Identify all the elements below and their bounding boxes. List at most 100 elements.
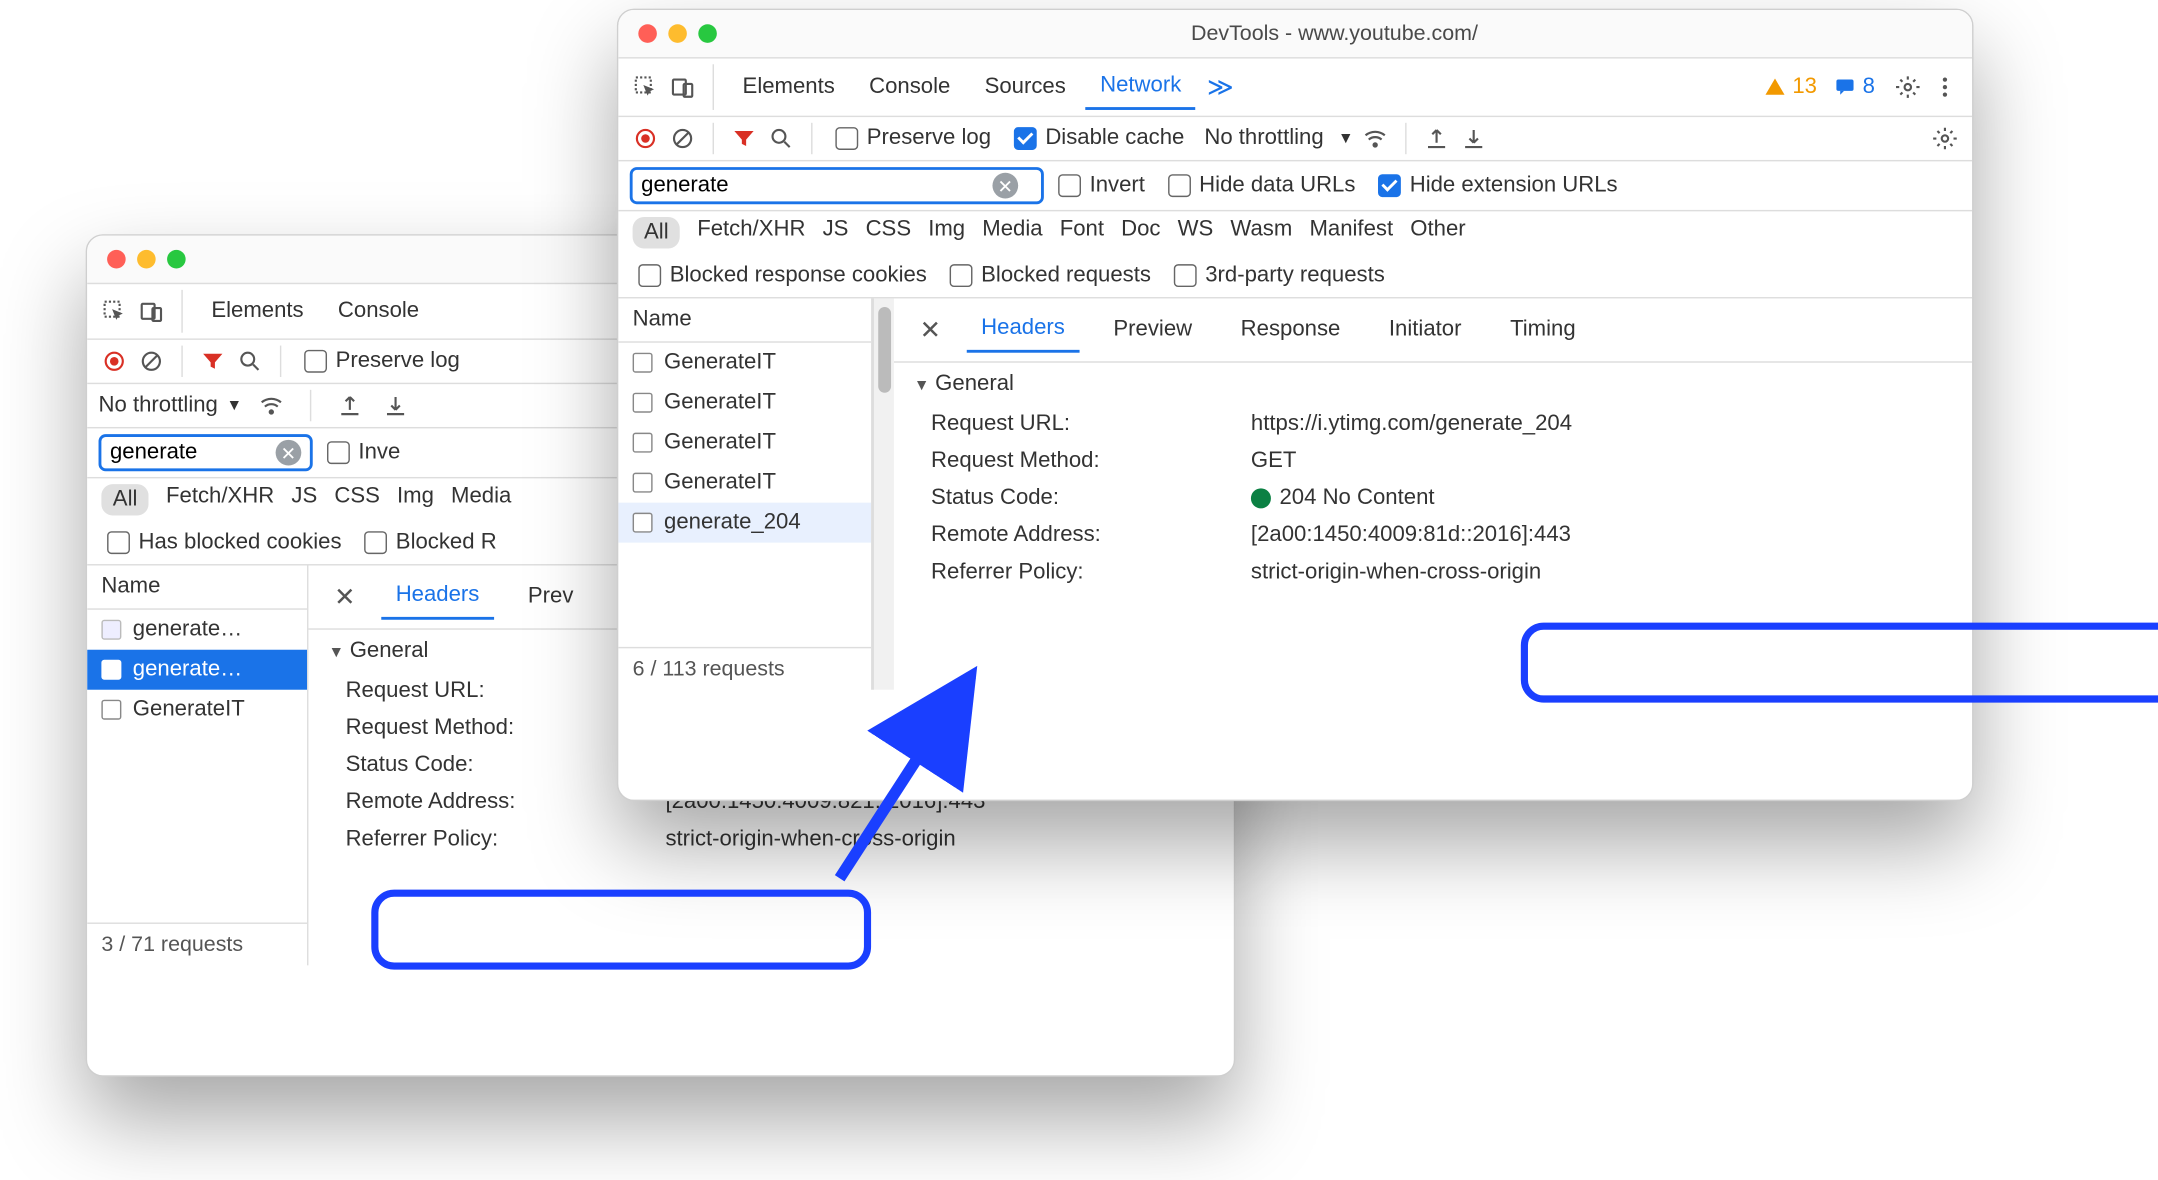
details-tab-initiator[interactable]: Initiator bbox=[1375, 308, 1476, 351]
maximize-icon[interactable] bbox=[167, 250, 186, 269]
type-tab[interactable]: Img bbox=[928, 217, 965, 248]
blocked-r-checkbox[interactable]: Blocked R bbox=[356, 527, 505, 558]
filter-input[interactable] bbox=[641, 173, 984, 199]
upload-icon[interactable] bbox=[1421, 123, 1452, 154]
details-tab-preview[interactable]: Prev bbox=[514, 575, 588, 618]
filter-icon[interactable] bbox=[197, 346, 228, 377]
type-tab[interactable]: Media bbox=[451, 484, 511, 515]
name-column-header[interactable]: Name bbox=[87, 565, 307, 609]
request-row[interactable]: GenerateIT bbox=[618, 463, 871, 503]
type-tab[interactable]: Img bbox=[397, 484, 434, 515]
type-tab[interactable]: Wasm bbox=[1230, 217, 1292, 248]
blocked-requests-checkbox[interactable]: Blocked requests bbox=[941, 260, 1159, 291]
general-section-header[interactable]: General bbox=[894, 363, 1972, 406]
inspect-icon[interactable] bbox=[630, 71, 661, 102]
device-toggle-icon[interactable] bbox=[667, 71, 698, 102]
preserve-log-checkbox[interactable]: Preserve log bbox=[827, 123, 1000, 154]
request-row-selected[interactable]: generate… bbox=[87, 650, 307, 690]
filter-input[interactable] bbox=[110, 440, 267, 466]
titlebar[interactable]: DevTools - www.youtube.com/ bbox=[618, 10, 1972, 59]
traffic-lights[interactable] bbox=[107, 250, 186, 269]
request-row[interactable]: generate_204 bbox=[618, 503, 871, 543]
tab-elements[interactable]: Elements bbox=[197, 290, 318, 333]
tab-sources[interactable]: Sources bbox=[970, 66, 1080, 109]
throttling-select[interactable]: No throttling ▼ bbox=[99, 393, 242, 419]
kebab-menu-icon[interactable] bbox=[1929, 71, 1960, 102]
request-row[interactable]: GenerateIT bbox=[618, 383, 871, 423]
preserve-log-checkbox[interactable]: Preserve log bbox=[296, 346, 469, 377]
request-row[interactable]: GenerateIT bbox=[618, 343, 871, 383]
close-icon[interactable] bbox=[638, 24, 657, 43]
network-settings-gear-icon[interactable] bbox=[1929, 123, 1960, 154]
minimize-icon[interactable] bbox=[668, 24, 687, 43]
close-icon[interactable] bbox=[107, 250, 126, 269]
close-details-icon[interactable]: ✕ bbox=[328, 582, 361, 612]
device-toggle-icon[interactable] bbox=[136, 296, 167, 327]
more-tabs-icon[interactable]: ≫ bbox=[1201, 72, 1239, 102]
search-icon[interactable] bbox=[765, 123, 796, 154]
clear-filter-icon[interactable]: ✕ bbox=[992, 173, 1018, 199]
tab-elements[interactable]: Elements bbox=[728, 66, 849, 109]
type-tab-all[interactable]: All bbox=[633, 217, 680, 248]
record-icon[interactable] bbox=[99, 346, 130, 377]
inspect-icon[interactable] bbox=[99, 296, 130, 327]
type-tab[interactable]: Font bbox=[1060, 217, 1104, 248]
panel-tabs: Elements Console Sources Network ≫ 13 8 bbox=[618, 59, 1972, 118]
type-tab[interactable]: JS bbox=[823, 217, 849, 248]
filter-input-wrap[interactable]: ✕ bbox=[630, 167, 1044, 204]
type-tab-all[interactable]: All bbox=[101, 484, 148, 515]
throttling-select[interactable]: No throttling▼ bbox=[1204, 126, 1353, 152]
type-tab[interactable]: Fetch/XHR bbox=[166, 484, 274, 515]
wifi-icon[interactable] bbox=[1359, 123, 1390, 154]
type-tab[interactable]: Doc bbox=[1121, 217, 1160, 248]
minimize-icon[interactable] bbox=[137, 250, 156, 269]
filter-input-wrap[interactable]: ✕ bbox=[99, 434, 313, 471]
type-tab[interactable]: CSS bbox=[334, 484, 380, 515]
settings-gear-icon[interactable] bbox=[1892, 71, 1923, 102]
download-icon[interactable] bbox=[1458, 123, 1489, 154]
filter-icon[interactable] bbox=[728, 123, 759, 154]
blocked-response-cookies-checkbox[interactable]: Blocked response cookies bbox=[630, 260, 936, 291]
request-row[interactable]: GenerateIT bbox=[87, 690, 307, 730]
upload-icon[interactable] bbox=[335, 390, 366, 421]
name-column-header[interactable]: Name bbox=[618, 298, 871, 342]
remote-address-label: Remote Address: bbox=[346, 790, 632, 816]
tab-console[interactable]: Console bbox=[855, 66, 965, 109]
type-tab[interactable]: JS bbox=[291, 484, 317, 515]
request-list-scrollbar[interactable] bbox=[873, 298, 894, 689]
type-tab[interactable]: Fetch/XHR bbox=[697, 217, 805, 248]
wifi-icon[interactable] bbox=[256, 390, 287, 421]
hide-extension-urls-checkbox[interactable]: Hide extension URLs bbox=[1370, 170, 1626, 201]
warning-count[interactable]: 13 bbox=[1764, 74, 1817, 100]
type-tab[interactable]: Manifest bbox=[1309, 217, 1393, 248]
tab-console[interactable]: Console bbox=[324, 290, 434, 333]
details-tab-preview[interactable]: Preview bbox=[1099, 308, 1206, 351]
type-tab[interactable]: Media bbox=[982, 217, 1042, 248]
close-details-icon[interactable]: ✕ bbox=[914, 315, 947, 345]
type-tab[interactable]: WS bbox=[1178, 217, 1214, 248]
maximize-icon[interactable] bbox=[698, 24, 717, 43]
disable-cache-checkbox[interactable]: Disable cache bbox=[1005, 123, 1193, 154]
request-row[interactable]: generate… bbox=[87, 610, 307, 650]
request-row[interactable]: GenerateIT bbox=[618, 423, 871, 463]
has-blocked-cookies-checkbox[interactable]: Has blocked cookies bbox=[99, 527, 351, 558]
clear-icon[interactable] bbox=[136, 346, 167, 377]
third-party-checkbox[interactable]: 3rd-party requests bbox=[1165, 260, 1393, 291]
download-icon[interactable] bbox=[381, 390, 412, 421]
details-tab-timing[interactable]: Timing bbox=[1496, 308, 1590, 351]
tab-network[interactable]: Network bbox=[1086, 64, 1196, 110]
invert-checkbox[interactable]: Invert bbox=[1050, 170, 1154, 201]
invert-checkbox[interactable]: Inve bbox=[318, 437, 408, 468]
clear-icon[interactable] bbox=[667, 123, 698, 154]
search-icon[interactable] bbox=[234, 346, 265, 377]
message-count[interactable]: 8 bbox=[1834, 74, 1875, 100]
traffic-lights[interactable] bbox=[638, 24, 717, 43]
type-tab[interactable]: CSS bbox=[866, 217, 912, 248]
type-tab[interactable]: Other bbox=[1410, 217, 1465, 248]
clear-filter-icon[interactable]: ✕ bbox=[276, 440, 302, 466]
details-tab-headers[interactable]: Headers bbox=[381, 574, 493, 620]
details-tab-response[interactable]: Response bbox=[1226, 308, 1354, 351]
record-icon[interactable] bbox=[630, 123, 661, 154]
hide-data-urls-checkbox[interactable]: Hide data URLs bbox=[1159, 170, 1364, 201]
details-tab-headers[interactable]: Headers bbox=[967, 307, 1079, 353]
